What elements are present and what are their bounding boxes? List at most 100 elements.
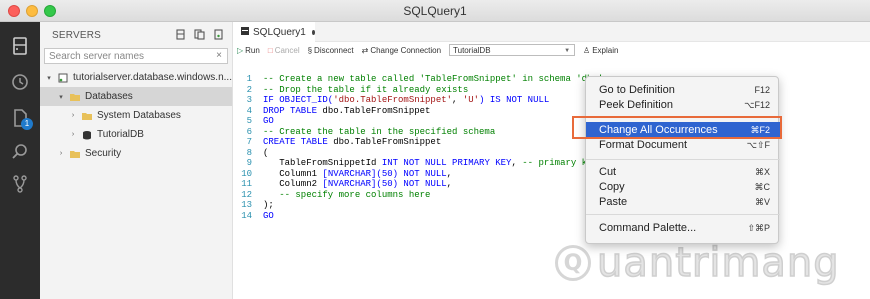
chevron-down-icon: ▼ bbox=[564, 48, 571, 54]
title-bar: SQLQuery1 bbox=[0, 0, 870, 22]
cancel-button[interactable]: □ Cancel bbox=[268, 46, 300, 55]
code-token: -- Create the table in the specified sch… bbox=[263, 126, 496, 137]
server-tree: ▾ tutorialserver.database.windows.n... ▾… bbox=[40, 68, 232, 163]
menu-shortcut: F12 bbox=[754, 85, 770, 95]
tree-item-system-databases[interactable]: › System Databases bbox=[40, 106, 232, 125]
active-connections-icon[interactable] bbox=[213, 29, 224, 43]
watermark-text: uantrimang bbox=[596, 239, 840, 287]
window-title: SQLQuery1 bbox=[403, 4, 467, 18]
code-token: -- Create a new table called 'TableFromS… bbox=[263, 74, 604, 84]
explorer-badge: 1 bbox=[21, 118, 33, 130]
code-token: CREATE TABLE bbox=[263, 137, 334, 147]
stop-icon: □ bbox=[267, 45, 273, 55]
context-menu: Go to Definition F12 Peek Definition ⌥F12 … bbox=[585, 76, 780, 244]
line-number: 1 bbox=[246, 74, 252, 84]
line-number: 2 bbox=[246, 84, 252, 95]
menu-item-paste[interactable]: Paste ⌘V bbox=[586, 194, 780, 210]
watermark-logo: Q uantrimang bbox=[555, 239, 840, 287]
tree-item-tutorialdb[interactable]: › TutorialDB bbox=[40, 125, 232, 144]
explain-button[interactable]: ♙ Explain bbox=[583, 46, 618, 55]
menu-shortcut: ⇧⌘P bbox=[747, 222, 770, 233]
code-token: , bbox=[446, 168, 453, 179]
servers-activity-icon[interactable] bbox=[8, 34, 32, 58]
code-token: dbo.TableFromSnippet bbox=[333, 137, 442, 147]
menu-separator bbox=[586, 159, 780, 160]
code-token: ) IS NOT NULL bbox=[479, 95, 550, 105]
line-number: 11 bbox=[241, 179, 252, 189]
line-number: 9 bbox=[246, 158, 252, 168]
folder-icon bbox=[70, 92, 80, 102]
code-token: IF OBJECT_ID( bbox=[263, 95, 334, 105]
line-number: 8 bbox=[246, 147, 252, 158]
folder-icon bbox=[82, 111, 92, 121]
menu-item-go-to-definition[interactable]: Go to Definition F12 bbox=[586, 82, 780, 98]
disconnect-button[interactable]: § Disconnect bbox=[308, 46, 354, 55]
code-token: [NVARCHAR](50) NOT NULL bbox=[322, 179, 447, 189]
menu-item-command-palette[interactable]: Command Palette... ⇧⌘P bbox=[586, 220, 780, 236]
explain-icon: ♙ bbox=[583, 45, 591, 55]
tree-item-label: TutorialDB bbox=[97, 129, 144, 140]
code-token: INT NOT NULL PRIMARY KEY bbox=[381, 158, 512, 168]
chevron-right-icon[interactable]: › bbox=[68, 112, 78, 119]
line-number: 4 bbox=[246, 105, 252, 116]
tab-bar: SQLQuery1 bbox=[233, 22, 870, 42]
server-icon bbox=[58, 73, 68, 83]
menu-shortcut: ⌥F12 bbox=[744, 99, 770, 110]
server-search-input[interactable] bbox=[45, 49, 227, 63]
code-token: -- Drop the table if it already exists bbox=[263, 84, 469, 95]
change-connection-button[interactable]: ⇄ Change Connection bbox=[362, 46, 441, 55]
servers-sidebar: SERVERS × ▾ tutorialserver.database.wind… bbox=[40, 22, 233, 299]
code-token: ); bbox=[263, 200, 274, 210]
source-control-icon[interactable] bbox=[8, 172, 32, 196]
code-token: 'dbo.TableFromSnippet' bbox=[333, 95, 453, 105]
code-token: Column1 bbox=[263, 168, 323, 179]
code-token: , bbox=[446, 179, 453, 189]
code-token: Column2 bbox=[263, 179, 323, 189]
unsaved-dot-icon[interactable] bbox=[311, 29, 315, 35]
tree-item-label: System Databases bbox=[97, 110, 181, 121]
code-token: , bbox=[452, 95, 463, 105]
line-number: 6 bbox=[246, 126, 252, 137]
database-select[interactable]: TutorialDB ▼ bbox=[449, 44, 576, 56]
disconnect-icon: § bbox=[307, 45, 313, 55]
database-icon bbox=[82, 130, 92, 140]
menu-item-cut[interactable]: Cut ⌘X bbox=[586, 164, 780, 180]
tree-item-server[interactable]: ▾ tutorialserver.database.windows.n... bbox=[40, 68, 232, 87]
change-connection-icon: ⇄ bbox=[361, 45, 369, 55]
run-button[interactable]: ▷ Run bbox=[237, 46, 260, 55]
tree-item-label: Security bbox=[85, 148, 122, 159]
chevron-right-icon[interactable]: › bbox=[68, 131, 78, 138]
line-number: 14 bbox=[241, 210, 252, 221]
code-token: TableFromSnippetId bbox=[263, 158, 382, 168]
tree-item-databases[interactable]: ▾ Databases bbox=[40, 87, 232, 106]
menu-item-peek-definition[interactable]: Peek Definition ⌥F12 bbox=[586, 97, 780, 113]
code-token: DROP TABLE bbox=[263, 105, 323, 116]
code-token: , bbox=[511, 158, 523, 168]
menu-item-copy[interactable]: Copy ⌘C bbox=[586, 179, 780, 195]
chevron-right-icon[interactable]: › bbox=[56, 150, 66, 157]
menu-shortcut: ⌥⇧F bbox=[746, 139, 770, 150]
code-token: [NVARCHAR](50) NOT NULL bbox=[322, 168, 447, 179]
tab-sqlquery1[interactable]: SQLQuery1 bbox=[233, 22, 315, 42]
explorer-icon[interactable]: 1 bbox=[8, 106, 33, 130]
code-token: GO bbox=[263, 116, 274, 126]
history-icon[interactable] bbox=[8, 70, 32, 94]
search-icon[interactable] bbox=[8, 140, 32, 164]
menu-item-format-document[interactable]: Format Document ⌥⇧F bbox=[586, 137, 780, 153]
watermark-circle-icon: Q bbox=[555, 245, 591, 281]
sidebar-title: SERVERS bbox=[52, 29, 102, 41]
chevron-down-icon[interactable]: ▾ bbox=[56, 93, 66, 101]
menu-shortcut: ⌘V bbox=[754, 196, 770, 207]
folder-icon bbox=[70, 149, 80, 159]
new-group-icon[interactable] bbox=[194, 29, 205, 43]
clear-search-icon[interactable]: × bbox=[216, 50, 222, 61]
line-number: 13 bbox=[241, 200, 252, 210]
line-number: 7 bbox=[246, 137, 252, 147]
sidebar-header: SERVERS bbox=[40, 22, 232, 48]
code-token: -- specify more columns here bbox=[263, 189, 431, 200]
code-token: dbo.TableFromSnippet bbox=[322, 105, 431, 116]
tree-item-security[interactable]: › Security bbox=[40, 144, 232, 163]
file-icon bbox=[241, 26, 249, 38]
chevron-down-icon[interactable]: ▾ bbox=[44, 74, 54, 82]
new-connection-icon[interactable] bbox=[175, 29, 186, 43]
